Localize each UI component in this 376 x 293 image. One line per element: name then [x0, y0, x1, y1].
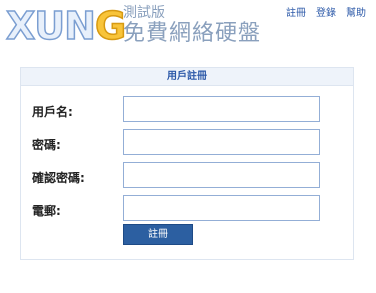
- email-label: 電郵:: [32, 204, 61, 218]
- top-navigation: 註冊 登錄 幫助: [286, 8, 366, 20]
- nav-register-link[interactable]: 註冊: [286, 8, 306, 20]
- email-input[interactable]: [123, 195, 320, 221]
- logo-service-name: 免費網絡硬盤: [123, 21, 262, 46]
- registration-page: XUNG 測試版 免費網絡硬盤 註冊 登錄 幫助 用戶註冊 用戶名: 密碼: 確…: [0, 0, 376, 293]
- username-label: 用戶名:: [32, 105, 73, 119]
- confirm-password-label: 確認密碼:: [32, 171, 85, 185]
- register-submit-button[interactable]: 註冊: [123, 224, 193, 245]
- logo-beta-label: 測試版: [123, 5, 165, 21]
- logo-wordmark-prefix: XUN: [5, 3, 96, 49]
- form-title: 用戶註冊: [21, 68, 353, 86]
- password-label: 密碼:: [32, 138, 61, 152]
- logo-wordmark-g: G: [94, 3, 127, 49]
- nav-login-link[interactable]: 登錄: [316, 8, 336, 20]
- password-input[interactable]: [123, 129, 320, 155]
- username-input[interactable]: [123, 96, 320, 122]
- confirm-password-input[interactable]: [123, 162, 320, 188]
- registration-form-panel: 用戶註冊 用戶名: 密碼: 確認密碼: 電郵: 註冊: [20, 67, 354, 260]
- nav-help-link[interactable]: 幫助: [346, 8, 366, 20]
- site-logo: XUNG 測試版 免費網絡硬盤: [5, 3, 262, 49]
- logo-wordmark: XUNG: [5, 3, 127, 49]
